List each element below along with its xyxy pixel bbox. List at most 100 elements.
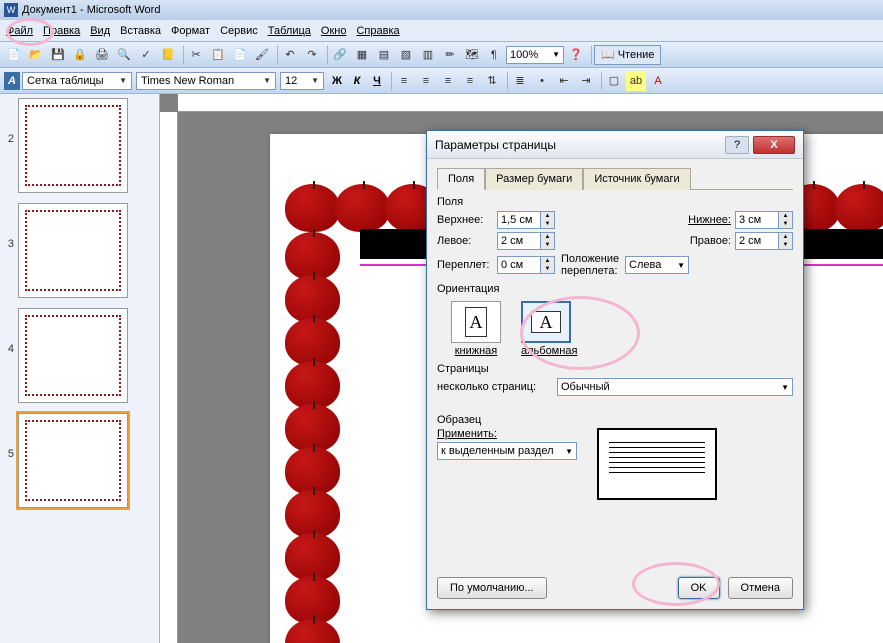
increase-indent-icon[interactable]: ⇥ bbox=[576, 71, 596, 91]
spin-down-icon[interactable]: ▼ bbox=[541, 265, 554, 273]
dialog-title-bar[interactable]: Параметры страницы ? X bbox=[427, 131, 803, 159]
italic-button[interactable]: К bbox=[348, 72, 366, 90]
columns-icon[interactable]: ▥ bbox=[418, 45, 438, 65]
menu-file[interactable]: Файл bbox=[6, 25, 33, 37]
page-thumbnail[interactable] bbox=[18, 98, 128, 193]
underline-button[interactable]: Ч bbox=[368, 72, 386, 90]
spin-down-icon[interactable]: ▼ bbox=[779, 220, 792, 228]
menu-help[interactable]: Справка bbox=[356, 25, 399, 37]
borders-icon[interactable]: ▢ bbox=[604, 71, 624, 91]
spin-down-icon[interactable]: ▼ bbox=[541, 220, 554, 228]
menu-edit[interactable]: Правка bbox=[43, 25, 80, 37]
left-margin-input[interactable] bbox=[497, 232, 541, 250]
show-marks-icon[interactable]: ¶ bbox=[484, 45, 504, 65]
standard-toolbar: 📄 📂 💾 🔒 🖨 🔍 ✓ 📒 ✂ 📋 📄 🖌 ↶ ↷ 🔗 ▦ ▤ ▧ ▥ ✏ … bbox=[0, 42, 883, 68]
print-icon[interactable]: 🖨 bbox=[92, 45, 112, 65]
excel-icon[interactable]: ▧ bbox=[396, 45, 416, 65]
align-left-icon[interactable]: ≡ bbox=[394, 71, 414, 91]
undo-icon[interactable]: ↶ bbox=[280, 45, 300, 65]
page-thumbnail-selected[interactable] bbox=[18, 413, 128, 508]
tables-borders-icon[interactable]: ▦ bbox=[352, 45, 372, 65]
align-justify-icon[interactable]: ≡ bbox=[460, 71, 480, 91]
bullets-icon[interactable]: • bbox=[532, 71, 552, 91]
dialog-help-button[interactable]: ? bbox=[725, 136, 749, 154]
menu-insert[interactable]: Вставка bbox=[120, 25, 161, 37]
bottom-margin-input[interactable] bbox=[735, 211, 779, 229]
spin-down-icon[interactable]: ▼ bbox=[779, 241, 792, 249]
top-margin-spinner[interactable]: ▲▼ bbox=[497, 211, 555, 229]
menu-table[interactable]: Таблица bbox=[268, 25, 311, 37]
insert-table-icon[interactable]: ▤ bbox=[374, 45, 394, 65]
gutter-spinner[interactable]: ▲▼ bbox=[497, 256, 555, 274]
spin-up-icon[interactable]: ▲ bbox=[779, 233, 792, 241]
help-icon[interactable]: ❓ bbox=[566, 45, 586, 65]
menu-tools[interactable]: Сервис bbox=[220, 25, 258, 37]
permissions-icon[interactable]: 🔒 bbox=[70, 45, 90, 65]
gutter-position-combo[interactable]: Слева▼ bbox=[625, 256, 689, 274]
research-icon[interactable]: 📒 bbox=[158, 45, 178, 65]
redo-icon[interactable]: ↷ bbox=[302, 45, 322, 65]
numbering-icon[interactable]: ≣ bbox=[510, 71, 530, 91]
dialog-close-button[interactable]: X bbox=[753, 136, 795, 154]
spellcheck-icon[interactable]: ✓ bbox=[136, 45, 156, 65]
horizontal-ruler[interactable] bbox=[178, 94, 883, 112]
line-spacing-icon[interactable]: ⇅ bbox=[482, 71, 502, 91]
right-margin-input[interactable] bbox=[735, 232, 779, 250]
tab-margins[interactable]: Поля bbox=[437, 168, 485, 190]
bold-button[interactable]: Ж bbox=[328, 72, 346, 90]
read-mode-button[interactable]: 📖 Чтение bbox=[594, 45, 661, 65]
page-preview bbox=[597, 428, 717, 500]
page-thumbnail[interactable] bbox=[18, 203, 128, 298]
decrease-indent-icon[interactable]: ⇤ bbox=[554, 71, 574, 91]
spin-down-icon[interactable]: ▼ bbox=[541, 241, 554, 249]
top-margin-input[interactable] bbox=[497, 211, 541, 229]
drawing-icon[interactable]: ✏ bbox=[440, 45, 460, 65]
spin-up-icon[interactable]: ▲ bbox=[541, 233, 554, 241]
size-combo[interactable]: 12▼ bbox=[280, 72, 324, 90]
font-color-icon[interactable]: A bbox=[648, 71, 668, 91]
align-center-icon[interactable]: ≡ bbox=[416, 71, 436, 91]
paste-icon[interactable]: 📄 bbox=[230, 45, 250, 65]
orientation-portrait[interactable]: A книжная bbox=[451, 301, 501, 357]
spin-up-icon[interactable]: ▲ bbox=[541, 257, 554, 265]
dialog-tabs: Поля Размер бумаги Источник бумаги bbox=[437, 167, 793, 190]
thumb-number: 2 bbox=[4, 98, 18, 145]
ok-button[interactable]: OK bbox=[678, 577, 720, 599]
hyperlink-icon[interactable]: 🔗 bbox=[330, 45, 350, 65]
align-right-icon[interactable]: ≡ bbox=[438, 71, 458, 91]
menu-view[interactable]: Вид bbox=[90, 25, 110, 37]
apply-to-combo[interactable]: к выделенным раздел▼ bbox=[437, 442, 577, 460]
font-combo[interactable]: Times New Roman▼ bbox=[136, 72, 276, 90]
cut-icon[interactable]: ✂ bbox=[186, 45, 206, 65]
cancel-button[interactable]: Отмена bbox=[728, 577, 793, 599]
gutter-input[interactable] bbox=[497, 256, 541, 274]
page-thumbnail[interactable] bbox=[18, 308, 128, 403]
multipage-label: несколько страниц: bbox=[437, 381, 557, 393]
separator bbox=[588, 45, 592, 65]
menu-window[interactable]: Окно bbox=[321, 25, 347, 37]
doc-map-icon[interactable]: 🗺 bbox=[462, 45, 482, 65]
default-button[interactable]: По умолчанию... bbox=[437, 577, 547, 599]
menu-format[interactable]: Формат bbox=[171, 25, 210, 37]
right-margin-spinner[interactable]: ▲▼ bbox=[735, 232, 793, 250]
orientation-landscape[interactable]: A альбомная bbox=[521, 301, 577, 357]
vertical-ruler[interactable] bbox=[160, 112, 178, 643]
tab-paper-size[interactable]: Размер бумаги bbox=[485, 168, 583, 190]
print-preview-icon[interactable]: 🔍 bbox=[114, 45, 134, 65]
bottom-margin-spinner[interactable]: ▲▼ bbox=[735, 211, 793, 229]
spin-up-icon[interactable]: ▲ bbox=[779, 212, 792, 220]
multipage-combo[interactable]: Обычный▼ bbox=[557, 378, 793, 396]
format-painter-icon[interactable]: 🖌 bbox=[252, 45, 272, 65]
style-combo[interactable]: Сетка таблицы▼ bbox=[22, 72, 132, 90]
highlight-icon[interactable]: ab bbox=[626, 71, 646, 91]
left-margin-spinner[interactable]: ▲▼ bbox=[497, 232, 555, 250]
copy-icon[interactable]: 📋 bbox=[208, 45, 228, 65]
spin-up-icon[interactable]: ▲ bbox=[541, 212, 554, 220]
open-icon[interactable]: 📂 bbox=[26, 45, 46, 65]
new-doc-icon[interactable]: 📄 bbox=[4, 45, 24, 65]
save-icon[interactable]: 💾 bbox=[48, 45, 68, 65]
zoom-combo[interactable]: 100%▼ bbox=[506, 46, 564, 64]
apply-to-label: Применить: bbox=[437, 428, 577, 440]
styles-icon[interactable]: A bbox=[4, 72, 20, 90]
tab-paper-source[interactable]: Источник бумаги bbox=[583, 168, 690, 190]
